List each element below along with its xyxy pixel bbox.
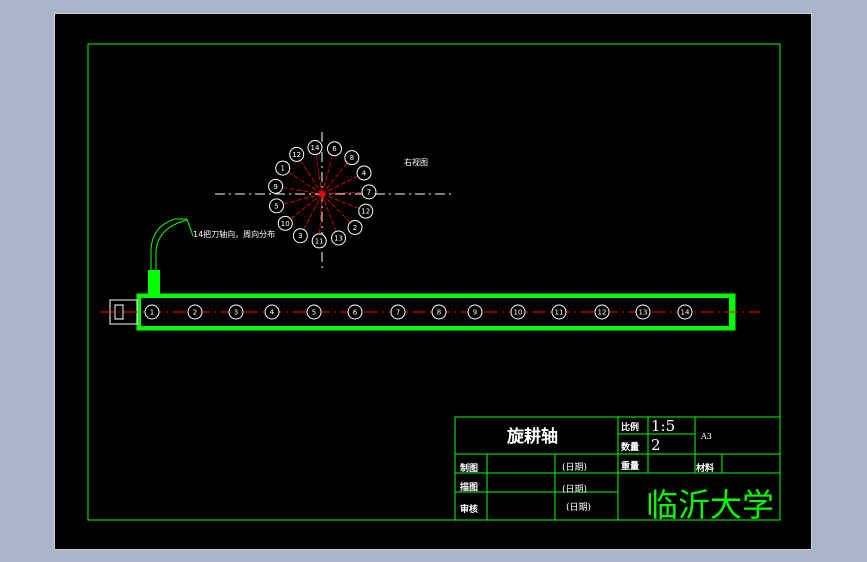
- part-name: 旋耕轴: [507, 427, 558, 447]
- radial-line: [289, 172, 323, 195]
- blade-number: 11: [315, 237, 324, 245]
- shaft-blade-number: 7: [396, 309, 400, 317]
- drafted-date: (日期): [562, 485, 588, 495]
- drafted-label: 描图: [460, 483, 479, 493]
- drawn-label: 制图: [460, 464, 479, 474]
- radial-line: [321, 176, 358, 195]
- shaft-blade-number: 12: [598, 309, 607, 317]
- radial-line: [321, 193, 350, 223]
- shaft-blade-number: 13: [639, 309, 648, 317]
- scale-label: 比例: [621, 423, 640, 433]
- blade-number: 9: [273, 183, 277, 191]
- shaft-wall-bottom: [137, 326, 735, 330]
- shaft-blade-number: 8: [437, 309, 441, 317]
- inner-border: [87, 43, 781, 521]
- radial-line: [321, 193, 359, 209]
- shaft-blade-number: 2: [193, 309, 197, 317]
- blade-number: 12: [292, 151, 301, 159]
- shaft-blade-number: 4: [270, 309, 275, 317]
- blade-number: 7: [367, 188, 371, 196]
- blade-number: 12: [361, 208, 370, 216]
- blade-number: 14: [311, 144, 320, 152]
- review-date: (日期): [566, 503, 592, 513]
- radial-line: [300, 160, 323, 195]
- radial-view: 14 6 84 7 12 2 13 11 3 10 5 9 1 12: [215, 132, 455, 269]
- shaft-wall-top: [137, 294, 735, 298]
- callout-text: 14把刀轴向，周向分布: [193, 230, 276, 239]
- shaft-blade-number: 1: [150, 309, 154, 317]
- qty-label: 数量: [621, 443, 640, 453]
- blade-number: 13: [334, 234, 343, 242]
- blade-number: 3: [298, 232, 302, 240]
- shaft-view: 1 2 3 4 5 6 7 8 9 10 11 12 13 14: [100, 270, 760, 331]
- radial-line: [303, 193, 323, 229]
- sheet-size: A3: [701, 432, 712, 441]
- radial-line: [321, 193, 337, 231]
- material-label: 材料: [696, 464, 715, 474]
- shaft-blade-number: 9: [473, 309, 477, 317]
- view-label: 右视图: [404, 158, 428, 167]
- radial-line: [321, 156, 333, 195]
- review-label: 审核: [460, 505, 479, 515]
- blade-number: 1: [281, 165, 285, 173]
- blade-number: 6: [332, 145, 337, 153]
- blade-number: 4: [362, 169, 367, 177]
- shaft-blade-number: 6: [353, 309, 358, 317]
- drawing-sheet: 14 6 8 4 7 12 2 13 11 3 10 5 9 1 12 1 2 3 4 5 6 7 8 9 10 11 12 13 1…: [54, 13, 812, 550]
- shaft-blade-number: 14: [681, 309, 690, 317]
- shaft-blade-number: 3: [234, 309, 238, 317]
- school-name: 临沂大学: [646, 486, 775, 524]
- blade-number: 8: [350, 154, 354, 162]
- shaft-blade-number: 5: [312, 309, 316, 317]
- radial-line: [321, 163, 348, 195]
- qty-value: 2: [651, 436, 661, 454]
- scale-value: 1:5: [651, 417, 676, 435]
- radial-line: [283, 187, 323, 195]
- blade-mount: [148, 270, 160, 294]
- shaft-blade-number: 11: [555, 309, 564, 317]
- blade-number: 2: [353, 224, 357, 232]
- drawn-date: (日期): [562, 463, 588, 473]
- weight-label: 重量: [621, 462, 640, 472]
- blade-number: 10: [281, 220, 290, 228]
- radial-line: [315, 155, 323, 195]
- blade-number: 5: [274, 202, 278, 210]
- shaft-blade-number: 10: [514, 309, 523, 317]
